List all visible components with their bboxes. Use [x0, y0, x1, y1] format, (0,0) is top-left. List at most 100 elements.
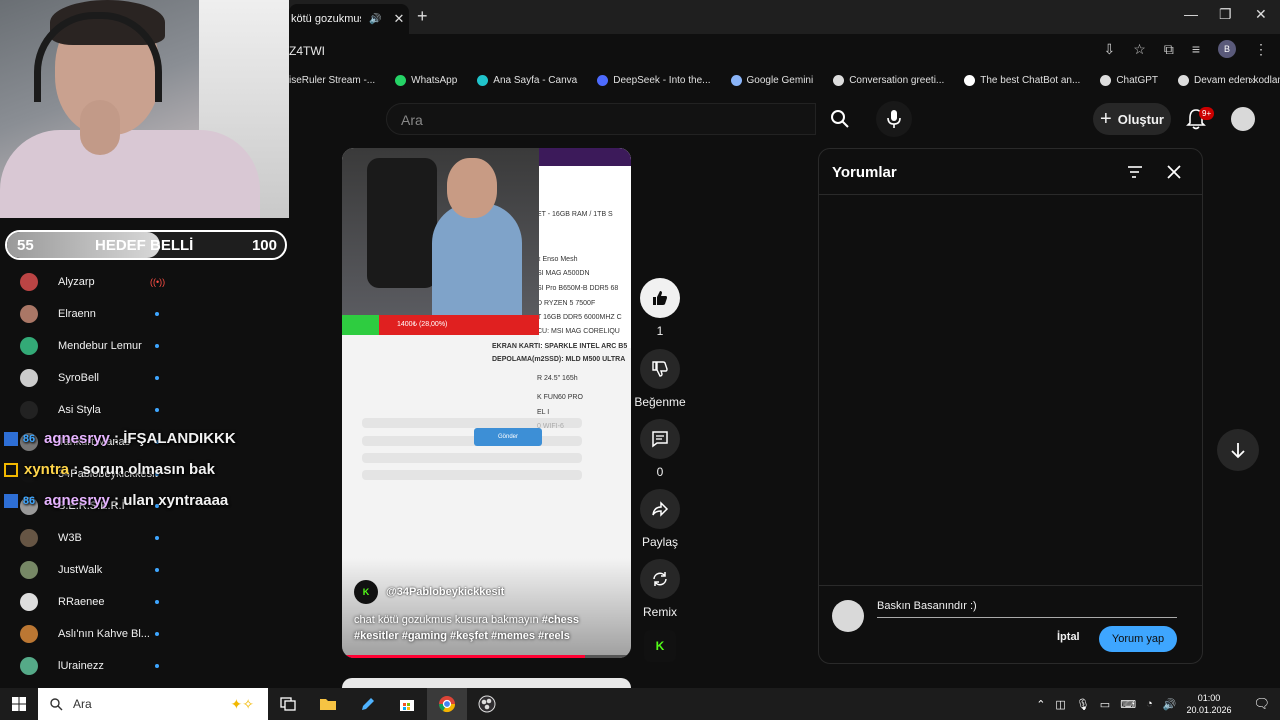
task-view-icon[interactable] [277, 693, 299, 715]
new-content-dot [155, 568, 159, 572]
search-button[interactable] [815, 103, 865, 135]
next-video-button[interactable] [1217, 429, 1259, 471]
comments-button[interactable]: 0 [636, 419, 684, 479]
bookmark-item[interactable]: Devam eden kodlama [1178, 74, 1280, 86]
cancel-button[interactable]: İptal [1057, 631, 1080, 643]
window-close-icon[interactable]: ✕ [1255, 6, 1267, 23]
wifi-icon[interactable]: ◔ [1146, 698, 1153, 710]
keyboard-icon[interactable]: ⌨ [1120, 698, 1136, 711]
audio-source-thumbnail[interactable]: K [644, 630, 676, 662]
voice-search-button[interactable] [876, 101, 912, 137]
file-explorer-icon[interactable] [317, 693, 339, 715]
clock-time: 01:00 [1197, 693, 1221, 703]
new-content-dot [155, 408, 159, 412]
create-label: Oluştur [1117, 111, 1164, 127]
tab-close-icon[interactable]: ✕ [393, 11, 404, 27]
sidebar-item-label: Elraenn [58, 308, 96, 320]
chat-message: 86 agnesryy : İFŞALANDIKKK [4, 423, 289, 454]
microphone-icon[interactable]: 🎙 [1076, 698, 1090, 711]
sidebar-item[interactable]: W3B [0, 522, 289, 554]
spec-line: ET - 16GB RAM / 1TB S [537, 211, 613, 218]
chat-separator: : [109, 430, 124, 447]
chrome-icon[interactable] [436, 693, 458, 715]
account-avatar[interactable] [1231, 107, 1255, 131]
plus-icon: + [1100, 107, 1112, 130]
sort-icon[interactable] [1126, 163, 1144, 181]
battery-icon[interactable]: ▭ [1100, 698, 1110, 711]
chat-message: xyntra : sorun olmasın bak [4, 454, 289, 485]
close-icon[interactable] [1165, 163, 1183, 181]
sidebar-item[interactable]: JustWalk [0, 554, 289, 586]
notepad-icon[interactable] [357, 693, 379, 715]
volume-icon[interactable]: 🔊 [1163, 698, 1177, 711]
channel-info[interactable]: K @34Pablobeykickkesit [354, 580, 504, 604]
speaker-icon[interactable]: 🔊 [369, 14, 381, 25]
maximize-icon[interactable]: ❐ [1219, 6, 1232, 23]
share-label: Paylaş [641, 535, 679, 549]
spec-line: EL I [537, 409, 550, 416]
dislike-button[interactable]: Beğenme [634, 349, 686, 409]
sidebar-item[interactable]: SyroBell [0, 362, 289, 394]
comments-header: Yorumlar [819, 149, 1202, 195]
sidebar-item[interactable]: Elraenn [0, 298, 289, 330]
obs-icon[interactable] [476, 693, 498, 715]
bookmark-item[interactable]: iseRuler Stream -... [289, 75, 375, 86]
video-progress-bar[interactable] [342, 655, 631, 658]
short-video-player[interactable]: ET - 16GB RAM / 1TB S x Enso Mesh SI MAG A… [342, 148, 631, 658]
remix-icon [653, 572, 667, 586]
like-button[interactable]: 1 [636, 278, 684, 338]
windows-start-icon[interactable] [12, 697, 26, 711]
extensions-icon[interactable]: ⧉ [1164, 41, 1174, 58]
bookmark-item[interactable]: The best ChatBot an... [964, 74, 1080, 86]
channel-name[interactable]: @34Pablobeykickkesit [386, 586, 504, 598]
spec-line: R 24.5" 165h [537, 375, 578, 382]
notifications-icon[interactable]: 🗨 [1253, 696, 1270, 712]
bookmark-label: iseRuler Stream -... [289, 74, 376, 86]
profile-avatar[interactable]: B [1218, 40, 1236, 58]
bookmark-item[interactable]: WhatsApp [395, 74, 457, 86]
bookmark-item[interactable]: Ana Sayfa - Canva [477, 74, 577, 86]
clock[interactable]: 01:00 20.01.2026 [1186, 692, 1231, 716]
minimize-icon[interactable]: — [1184, 6, 1198, 22]
sidebar-item[interactable]: Aslı'nın Kahve Bl... [0, 618, 289, 650]
remix-button[interactable]: Remix [636, 559, 684, 619]
channel-avatar [20, 337, 38, 355]
goal-bar: 55 HEDEF BELLİ 100 [5, 230, 287, 260]
chat-username: xyntra [24, 461, 70, 478]
bookmarks-overflow-icon[interactable]: » [1249, 73, 1256, 87]
install-icon[interactable]: ⇩ [1104, 41, 1116, 58]
webcam-overlay [0, 0, 289, 218]
comment-input[interactable]: Baskın Basanındır :) [877, 600, 1177, 618]
sidebar-item[interactable]: lUrainezz [0, 650, 289, 682]
sidebar-item[interactable]: Asi Styla [0, 394, 289, 426]
url-field[interactable]: Z4TWI [289, 44, 325, 58]
bookmark-item[interactable]: ChatGPT [1100, 74, 1158, 86]
sidebar-item[interactable]: Alyzarp ((•)) [0, 266, 289, 298]
channel-avatar[interactable]: K [354, 580, 378, 604]
sidebar-item[interactable]: Mendebur Lemur [0, 330, 289, 362]
bookmark-icon [833, 74, 845, 86]
menu-icon[interactable]: ⋮ [1254, 41, 1268, 58]
store-icon[interactable] [396, 693, 418, 715]
bookmark-item[interactable]: Conversation greeti... [833, 74, 944, 86]
chat-username: agnesryy [44, 430, 110, 447]
badge-number: 86 [22, 494, 36, 507]
bookmark-star-icon[interactable]: ☆ [1133, 41, 1146, 58]
network-icon[interactable]: ◫ [1055, 698, 1065, 711]
taskbar-search[interactable]: Ara ✦✧ [38, 688, 268, 720]
bookmark-item[interactable]: Google Gemini [730, 74, 813, 86]
media-icon[interactable]: ≡ [1192, 41, 1200, 57]
chevron-up-icon[interactable]: ⌃ [1036, 698, 1045, 711]
create-button[interactable]: + Oluştur [1093, 103, 1171, 135]
sidebar-item[interactable]: RRaenee [0, 586, 289, 618]
arrow-down-icon [1231, 443, 1245, 459]
bookmark-item[interactable]: DeepSeek - Into the... [597, 74, 711, 86]
channel-avatar [20, 561, 38, 579]
tab-title: kötü gozukmus k [291, 13, 361, 25]
post-comment-button[interactable]: Yorum yap [1099, 626, 1177, 652]
dislike-label: Beğenme [634, 395, 686, 409]
search-input[interactable]: Ara [386, 103, 816, 135]
browser-tab[interactable]: kötü gozukmus k 🔊 ✕ [289, 4, 409, 34]
new-tab-icon[interactable]: + [417, 6, 428, 27]
share-button[interactable]: Paylaş [636, 489, 684, 549]
